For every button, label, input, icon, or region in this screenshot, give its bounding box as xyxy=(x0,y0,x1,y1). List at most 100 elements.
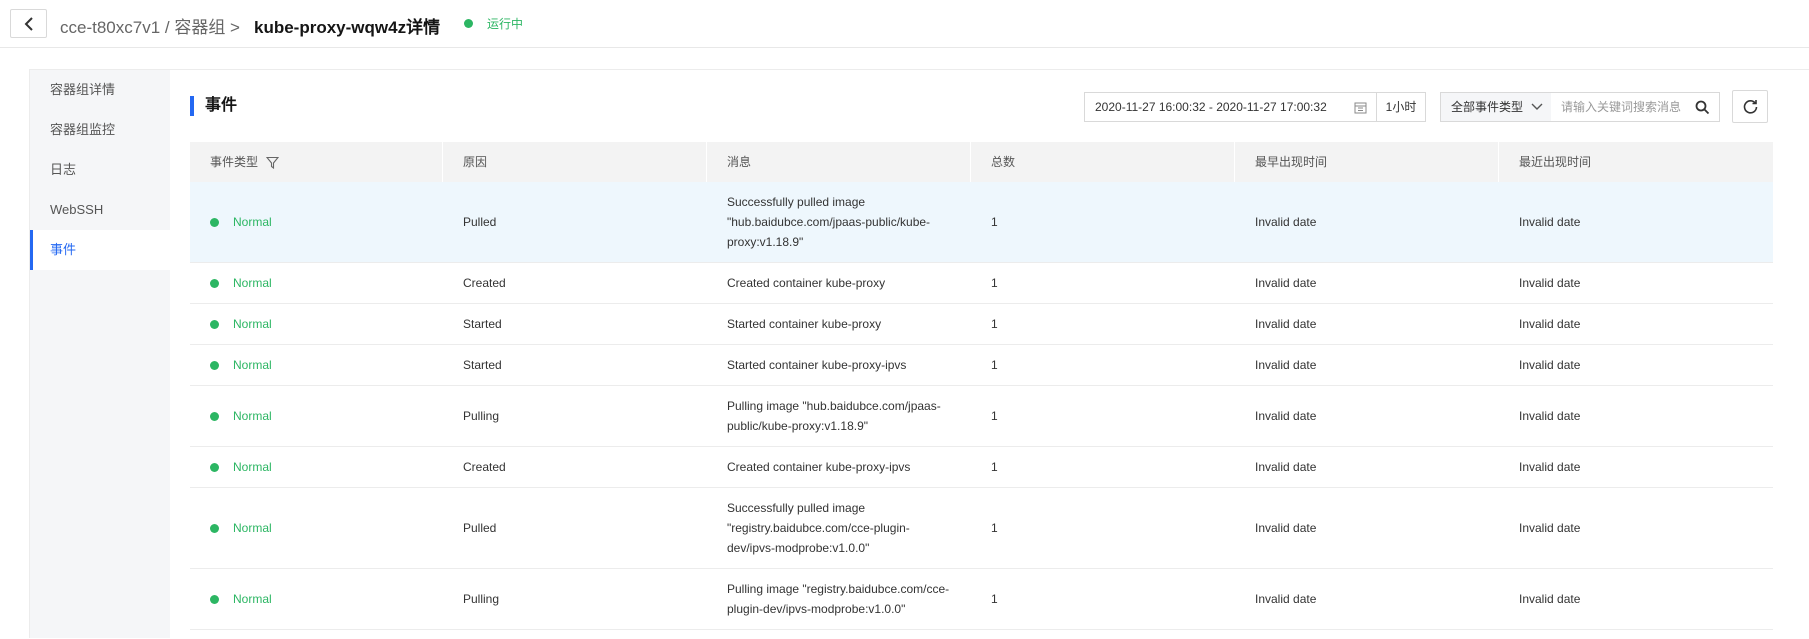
last-seen-cell: Invalid date xyxy=(1519,521,1581,535)
status-dot-icon xyxy=(210,319,219,329)
sidebar-item-logs[interactable]: 日志 xyxy=(30,150,170,190)
status-dot-icon xyxy=(210,360,219,370)
message-cell: Created container kube-proxy xyxy=(727,276,886,290)
event-type-cell: Normal xyxy=(190,276,443,290)
search-input[interactable] xyxy=(1551,93,1689,121)
table-row[interactable]: Normal Pulled Successfully pulled image … xyxy=(190,182,1773,263)
event-type-select[interactable]: 全部事件类型 xyxy=(1440,92,1552,122)
table-row[interactable]: Normal Created Created container kube-pr… xyxy=(190,263,1773,304)
count-cell: 1 xyxy=(991,358,998,372)
message-cell: Pulling image "registry.baidubce.com/cce… xyxy=(727,582,950,616)
event-type-text: Normal xyxy=(233,215,272,229)
sidebar-item-pod-details[interactable]: 容器组详情 xyxy=(30,70,170,110)
first-seen-cell: Invalid date xyxy=(1255,276,1317,290)
filter-icon[interactable] xyxy=(266,156,280,169)
table-row[interactable]: Normal Started Started container kube-pr… xyxy=(190,304,1773,345)
event-type-cell: Normal xyxy=(190,317,443,331)
count-cell: 1 xyxy=(991,409,998,423)
time-range-value: 2020-11-27 16:00:32 - 2020-11-27 17:00:3… xyxy=(1095,100,1327,114)
sidebar-item-events[interactable]: 事件 xyxy=(30,230,170,270)
reason-cell: Started xyxy=(463,317,502,331)
status-dot-icon xyxy=(210,217,219,227)
table-row[interactable]: Normal Created Created container kube-pr… xyxy=(190,447,1773,488)
sidebar-item-label: 事件 xyxy=(50,242,77,257)
calendar-icon xyxy=(1354,102,1367,114)
first-seen-cell: Invalid date xyxy=(1255,358,1317,372)
last-seen-cell: Invalid date xyxy=(1519,460,1581,474)
reason-cell: Pulled xyxy=(463,215,497,229)
message-cell: Created container kube-proxy-ipvs xyxy=(727,460,911,474)
first-seen-cell: Invalid date xyxy=(1255,521,1317,535)
content-frame: 容器组详情 容器组监控 日志 WebSSH 事件 事件 2020-11-27 1… xyxy=(29,69,1809,639)
event-type-text: Normal xyxy=(233,358,272,372)
event-type-text: Normal xyxy=(233,521,272,535)
breadcrumb: cce-t80xc7v1 / 容器组 > kube-proxy-wqw4z详情 xyxy=(60,13,440,38)
sidebar-item-label: 日志 xyxy=(50,162,77,177)
chevron-left-icon xyxy=(24,16,33,31)
event-type-cell: Normal xyxy=(190,215,443,229)
reason-cell: Pulling xyxy=(463,592,500,606)
last-seen-cell: Invalid date xyxy=(1519,409,1581,423)
chevron-down-icon xyxy=(1531,103,1543,110)
table-row[interactable]: Normal Pulled Successfully pulled image … xyxy=(190,488,1773,569)
table-row[interactable]: Normal Pulling Pulling image "hub.baidub… xyxy=(190,386,1773,447)
reason-cell: Pulled xyxy=(463,521,497,535)
sidebar-item-webssh[interactable]: WebSSH xyxy=(30,190,170,230)
first-seen-cell: Invalid date xyxy=(1255,317,1317,331)
count-cell: 1 xyxy=(991,276,998,290)
status-dot-icon xyxy=(210,594,219,604)
message-cell: Started container kube-proxy-ipvs xyxy=(727,358,907,372)
sidebar-item-pod-monitor[interactable]: 容器组监控 xyxy=(30,110,170,150)
reason-cell: Pulling xyxy=(463,409,500,423)
quick-range-button[interactable]: 1小时 xyxy=(1376,92,1426,122)
refresh-button[interactable] xyxy=(1732,90,1768,123)
message-cell: Successfully pulled image "registry.baid… xyxy=(727,501,910,555)
message-cell: Pulling image "hub.baidubce.com/jpaas-pu… xyxy=(727,399,941,433)
table-header: 事件类型 原因 消息 总数 最早出现时间 最近出现时间 xyxy=(190,142,1773,182)
column-header: 事件类型 xyxy=(190,142,443,182)
event-type-cell: Normal xyxy=(190,460,443,474)
breadcrumb-parent[interactable]: cce-t80xc7v1 / 容器组 > xyxy=(60,18,240,37)
status-dot-icon xyxy=(210,411,219,421)
first-seen-cell: Invalid date xyxy=(1255,215,1317,229)
status-badge: 运行中 xyxy=(487,17,524,31)
status-dot-icon xyxy=(210,278,219,288)
search-icon[interactable] xyxy=(1695,100,1710,115)
column-header: 最早出现时间 xyxy=(1235,142,1499,182)
search-box xyxy=(1551,92,1720,122)
main-panel: 事件 2020-11-27 16:00:32 - 2020-11-27 17:0… xyxy=(170,70,1809,639)
column-header: 原因 xyxy=(443,142,707,182)
event-type-text: Normal xyxy=(233,592,272,606)
table-row[interactable]: Normal Started Started container kube-pr… xyxy=(190,345,1773,386)
event-type-text: Normal xyxy=(233,317,272,331)
first-seen-cell: Invalid date xyxy=(1255,460,1317,474)
count-cell: 1 xyxy=(991,317,998,331)
reason-cell: Created xyxy=(463,276,506,290)
event-type-text: Normal xyxy=(233,460,272,474)
last-seen-cell: Invalid date xyxy=(1519,215,1581,229)
first-seen-cell: Invalid date xyxy=(1255,592,1317,606)
section-title: 事件 xyxy=(190,96,237,116)
table-row[interactable]: Normal Pulling Pulling image "registry.b… xyxy=(190,569,1773,630)
last-seen-cell: Invalid date xyxy=(1519,317,1581,331)
sidebar-item-label: 容器组详情 xyxy=(50,82,116,97)
reason-cell: Created xyxy=(463,460,506,474)
event-type-text: Normal xyxy=(233,276,272,290)
back-button[interactable] xyxy=(10,9,47,38)
time-range-picker[interactable]: 2020-11-27 16:00:32 - 2020-11-27 17:00:3… xyxy=(1084,92,1377,122)
event-type-value: 全部事件类型 xyxy=(1451,100,1524,114)
event-type-text: Normal xyxy=(233,409,272,423)
last-seen-cell: Invalid date xyxy=(1519,276,1581,290)
column-header: 消息 xyxy=(707,142,971,182)
message-cell: Successfully pulled image "hub.baidubce.… xyxy=(727,195,931,249)
first-seen-cell: Invalid date xyxy=(1255,409,1317,423)
count-cell: 1 xyxy=(991,521,998,535)
reason-cell: Started xyxy=(463,358,502,372)
status-dot-icon xyxy=(210,523,219,533)
count-cell: 1 xyxy=(991,592,998,606)
sidebar-item-label: 容器组监控 xyxy=(50,122,116,137)
column-header: 最近出现时间 xyxy=(1519,155,1592,169)
event-type-cell: Normal xyxy=(190,521,443,535)
column-header-label: 事件类型 xyxy=(210,155,259,169)
sidebar-item-label: WebSSH xyxy=(50,202,104,217)
